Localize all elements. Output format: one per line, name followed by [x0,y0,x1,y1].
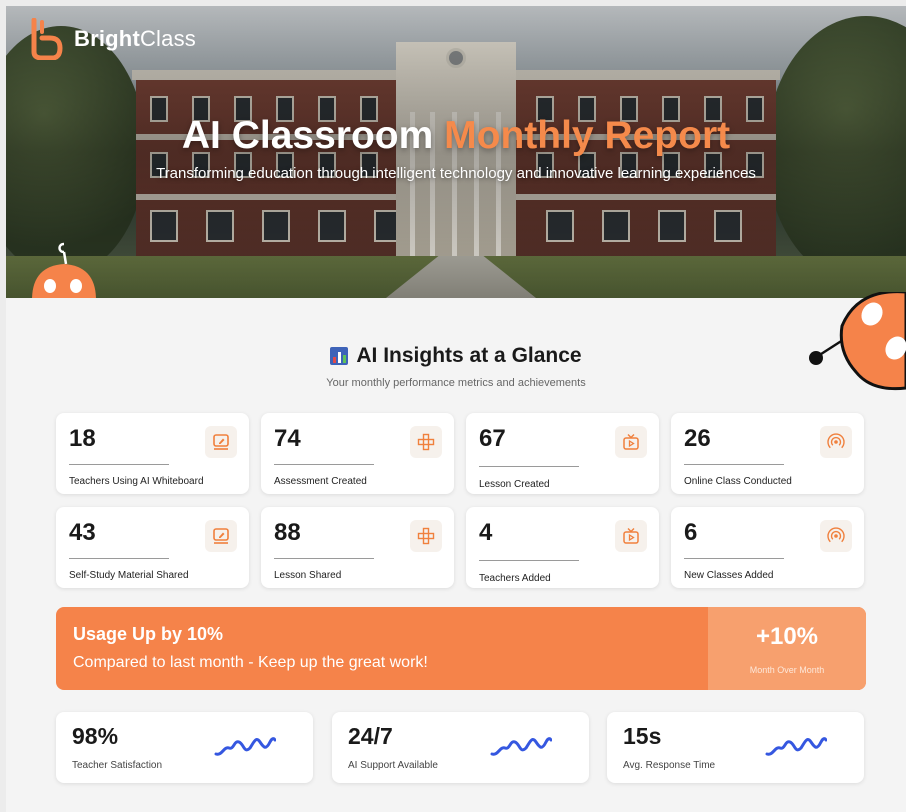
assessment-icon [410,426,442,458]
stat-label: Teacher Satisfaction [72,760,163,771]
metric-value: 67 [479,425,506,452]
usage-value: +10% [755,623,819,650]
stat-card[interactable]: 98% Teacher Satisfaction [56,712,313,783]
broadcast-icon [820,520,852,552]
metric-label: Online Class Conducted [684,476,792,487]
metric-card[interactable]: 88 Lesson Shared [261,507,454,588]
usage-banner: Usage Up by 10% Compared to last month -… [56,607,866,690]
whiteboard-icon [205,520,237,552]
stat-label: AI Support Available [348,760,438,771]
insights-title: AI Insights at a Glance [6,344,906,368]
metric-card[interactable]: 6 New Classes Added [671,507,864,588]
metric-value: 88 [274,519,301,546]
usage-message: Compared to last month - Keep up the gre… [73,654,428,671]
stat-card[interactable]: 15s Avg. Response Time [607,712,864,783]
metric-label: Assessment Created [274,476,367,487]
report-page: BrightClass AI Classroom Monthly Report … [6,6,906,812]
metric-value: 18 [69,425,96,452]
metric-value: 4 [479,519,493,546]
usage-value-label: Month Over Month [749,665,825,675]
stat-value: 98% [72,723,119,749]
squiggle-icon [490,737,552,756]
stat-label: Avg. Response Time [623,760,716,771]
metric-value: 43 [69,519,96,546]
squiggle-icon [765,737,827,756]
brand-name: BrightClass [74,26,196,51]
metric-value: 74 [274,425,301,452]
metric-label: Lesson Created [479,479,550,490]
bar-chart-icon [330,347,349,365]
usage-headline: Usage Up by 10% [73,624,224,644]
robot-mascot-icon [32,242,96,298]
page-subtitle: Transforming education through intellige… [156,165,756,182]
brand-logo[interactable]: BrightClass [28,18,196,60]
insights-subtitle: Your monthly performance metrics and ach… [326,377,586,389]
video-lesson-icon [615,520,647,552]
metric-label: New Classes Added [684,570,774,581]
brand-mark-icon [31,18,63,60]
squiggle-icon [214,737,276,756]
video-lesson-icon [615,426,647,458]
metric-label: Teachers Added [479,573,551,584]
broadcast-icon [820,426,852,458]
metric-card[interactable]: 26 Online Class Conducted [671,413,864,494]
metric-card[interactable]: 67 Lesson Created [466,413,659,494]
metric-label: Lesson Shared [274,570,342,581]
page-title: AI Classroom Monthly Report [181,114,731,157]
stat-value: 24/7 [348,723,393,749]
whiteboard-icon [205,426,237,458]
assessment-icon [410,520,442,552]
metric-label: Teachers Using AI Whiteboard [69,476,204,487]
stat-card[interactable]: 24/7 AI Support Available [332,712,589,783]
metric-label: Self-Study Material Shared [69,570,189,581]
metric-value: 6 [684,519,698,546]
metric-card[interactable]: 4 Teachers Added [466,507,659,588]
stat-value: 15s [623,723,662,749]
metric-card[interactable]: 18 Teachers Using AI Whiteboard [56,413,249,494]
metric-value: 26 [684,425,711,452]
hero-banner: BrightClass AI Classroom Monthly Report … [6,6,906,298]
metric-card[interactable]: 43 Self-Study Material Shared [56,507,249,588]
metric-card[interactable]: 74 Assessment Created [261,413,454,494]
